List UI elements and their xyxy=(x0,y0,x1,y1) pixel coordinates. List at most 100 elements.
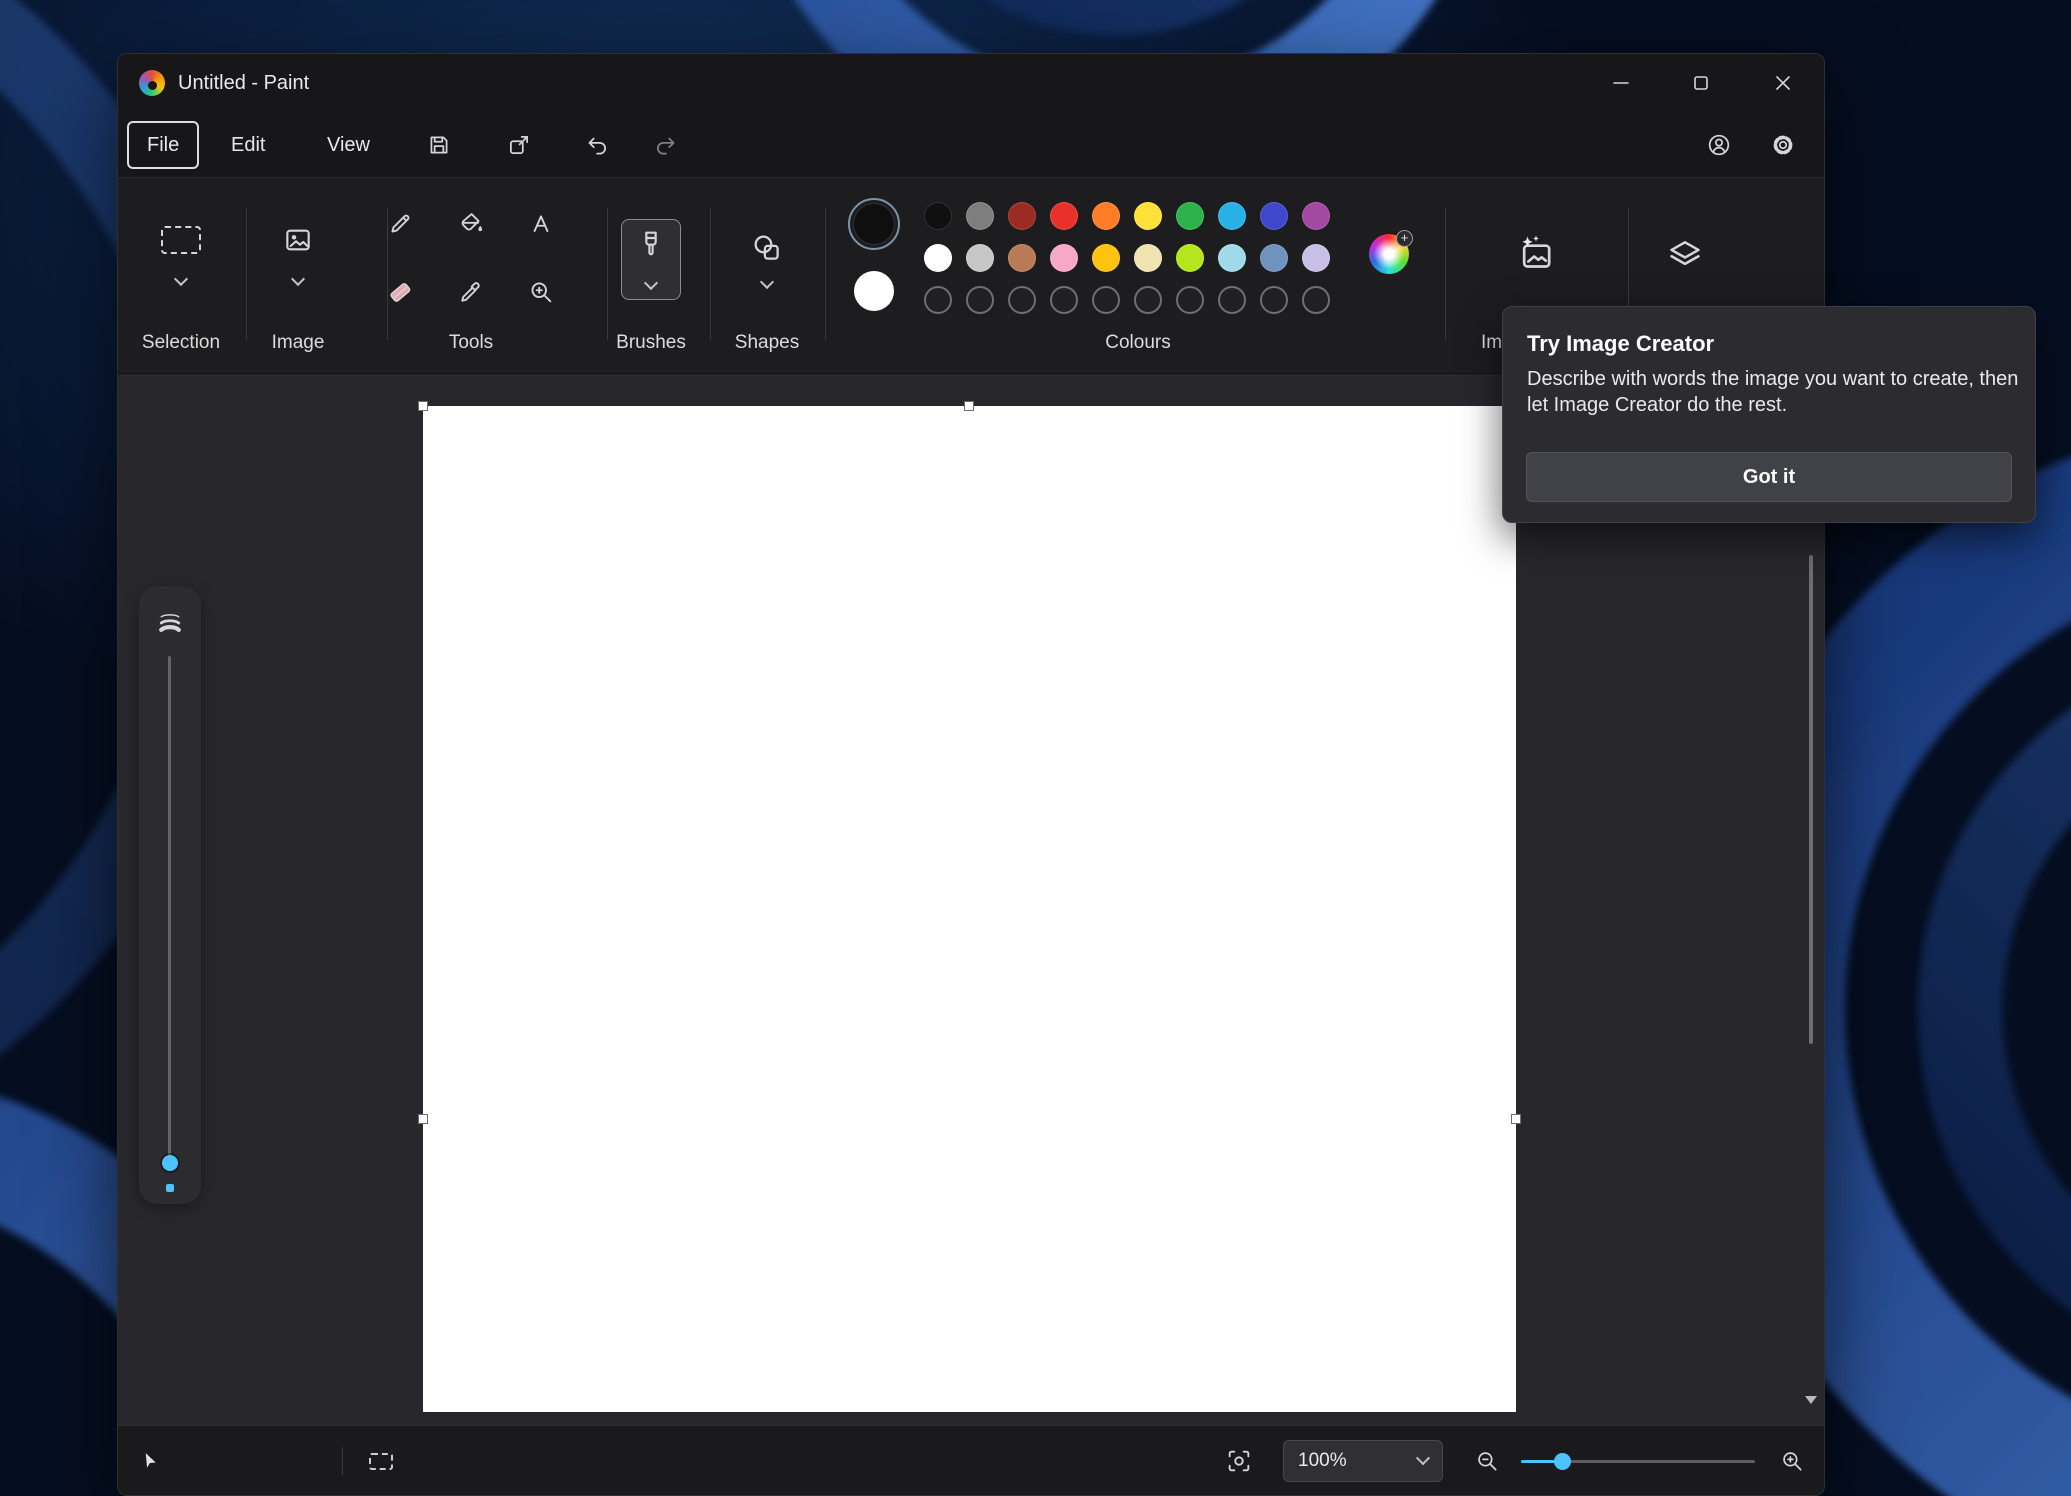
brush-size-track[interactable] xyxy=(168,656,171,1161)
undo-button[interactable] xyxy=(574,122,620,168)
menu-file[interactable]: File xyxy=(127,121,199,169)
brush-size-panel xyxy=(139,586,201,1204)
magnifier-tool-button[interactable] xyxy=(519,270,563,314)
paint-app-icon xyxy=(139,70,165,96)
window-title: Untitled - Paint xyxy=(178,54,309,112)
empty-colour-slot[interactable] xyxy=(1302,286,1330,314)
text-tool-button[interactable] xyxy=(519,202,563,246)
eyedropper-icon xyxy=(457,278,485,306)
empty-colour-slot[interactable] xyxy=(1176,286,1204,314)
got-it-button[interactable]: Got it xyxy=(1526,452,2012,502)
ribbon-group-colours: + Colours xyxy=(848,178,1428,375)
brushes-label: Brushes xyxy=(597,332,705,354)
selection-tool-button[interactable] xyxy=(161,226,201,254)
layers-icon xyxy=(1666,236,1704,274)
layers-button[interactable] xyxy=(1663,233,1707,277)
menu-edit[interactable]: Edit xyxy=(213,121,283,169)
colour-swatch[interactable] xyxy=(1050,202,1078,230)
canvas-resize-handle-top-center[interactable] xyxy=(964,401,974,411)
statusbar-divider xyxy=(342,1447,343,1475)
zoom-slider-thumb[interactable] xyxy=(1554,1453,1571,1470)
minimize-button[interactable] xyxy=(1589,54,1653,112)
fit-to-window-button[interactable] xyxy=(1221,1426,1257,1496)
settings-button[interactable] xyxy=(1760,122,1806,168)
colour-swatch[interactable] xyxy=(1176,202,1204,230)
zoom-out-icon xyxy=(1474,1448,1500,1474)
colour-swatch[interactable] xyxy=(1218,202,1246,230)
titlebar: Untitled - Paint xyxy=(118,54,1824,112)
colour-swatch[interactable] xyxy=(966,202,994,230)
brush-size-end-mark xyxy=(166,1184,174,1192)
account-button[interactable] xyxy=(1696,122,1742,168)
zoom-out-button[interactable] xyxy=(1469,1426,1505,1496)
empty-colour-slot[interactable] xyxy=(966,286,994,314)
menu-view[interactable]: View xyxy=(309,121,388,169)
colour1-swatch[interactable] xyxy=(853,203,895,245)
shapes-button[interactable] xyxy=(745,226,789,270)
vertical-scrollbar-thumb[interactable] xyxy=(1809,555,1813,1044)
colour-swatch[interactable] xyxy=(924,202,952,230)
colour-swatch[interactable] xyxy=(1134,244,1162,272)
redo-button[interactable] xyxy=(643,122,689,168)
canvas-resize-handle-top-left[interactable] xyxy=(418,401,428,411)
colour-swatch[interactable] xyxy=(1302,202,1330,230)
teaching-tip-title: Try Image Creator xyxy=(1527,331,2011,357)
colour2-swatch[interactable] xyxy=(854,271,894,311)
colour-swatch[interactable] xyxy=(1218,244,1246,272)
statusbar: 100% xyxy=(118,1425,1824,1495)
colour-swatch[interactable] xyxy=(966,244,994,272)
selection-size-icon xyxy=(369,1453,393,1470)
brushes-dropdown-chevron-icon xyxy=(644,276,658,290)
image-label: Image xyxy=(244,332,352,354)
image-icon xyxy=(282,224,314,256)
colour-swatch[interactable] xyxy=(1008,244,1036,272)
empty-colour-slot[interactable] xyxy=(924,286,952,314)
shapes-dropdown-chevron-icon[interactable] xyxy=(760,275,774,289)
canvas[interactable] xyxy=(423,406,1516,1412)
canvas-resize-handle-right-middle[interactable] xyxy=(1511,1114,1521,1124)
redo-icon xyxy=(653,132,679,158)
image-dropdown-chevron-icon[interactable] xyxy=(291,272,305,286)
fit-to-window-icon xyxy=(1225,1447,1253,1475)
image-creator-button[interactable] xyxy=(1513,232,1557,276)
empty-colour-slot[interactable] xyxy=(1092,286,1120,314)
colour-swatch[interactable] xyxy=(1008,202,1036,230)
eraser-tool-button[interactable] xyxy=(378,270,422,314)
colour1-selected-ring[interactable] xyxy=(848,198,900,250)
close-icon xyxy=(1771,71,1795,95)
zoom-level-dropdown[interactable]: 100% xyxy=(1283,1440,1443,1482)
zoom-dropdown-chevron-icon xyxy=(1416,1451,1430,1465)
pencil-tool-button[interactable] xyxy=(378,202,422,246)
fill-tool-button[interactable] xyxy=(449,202,493,246)
canvas-resize-handle-left-middle[interactable] xyxy=(418,1114,428,1124)
close-button[interactable] xyxy=(1751,54,1815,112)
empty-colour-slot[interactable] xyxy=(1218,286,1246,314)
save-button[interactable] xyxy=(416,122,462,168)
image-button[interactable] xyxy=(276,218,320,262)
colour-swatch[interactable] xyxy=(1260,202,1288,230)
share-button[interactable] xyxy=(496,122,542,168)
colour-swatch[interactable] xyxy=(1176,244,1204,272)
empty-colour-slot[interactable] xyxy=(1134,286,1162,314)
brushes-button[interactable] xyxy=(621,219,681,300)
colour-swatch[interactable] xyxy=(1260,244,1288,272)
empty-colour-slot[interactable] xyxy=(1008,286,1036,314)
pencil-icon xyxy=(386,210,414,238)
brush-size-thumb[interactable] xyxy=(162,1155,178,1171)
colour-swatch[interactable] xyxy=(924,244,952,272)
selection-dropdown-chevron-icon[interactable] xyxy=(174,272,188,286)
colour-swatch[interactable] xyxy=(1134,202,1162,230)
maximize-button[interactable] xyxy=(1669,54,1733,112)
edit-colours-wheel-button[interactable]: + xyxy=(1369,234,1409,274)
colour-swatch[interactable] xyxy=(1092,244,1120,272)
zoom-in-button[interactable] xyxy=(1774,1426,1810,1496)
eyedropper-tool-button[interactable] xyxy=(449,270,493,314)
ribbon-group-brushes: Brushes xyxy=(597,178,705,375)
empty-colour-slot[interactable] xyxy=(1260,286,1288,314)
colour-swatch[interactable] xyxy=(1302,244,1330,272)
colour-swatch[interactable] xyxy=(1092,202,1120,230)
paint-window: Untitled - Paint File Edit View xyxy=(117,53,1825,1496)
colour-swatch[interactable] xyxy=(1050,244,1078,272)
scrollbar-down-arrow[interactable] xyxy=(1805,1396,1817,1404)
empty-colour-slot[interactable] xyxy=(1050,286,1078,314)
